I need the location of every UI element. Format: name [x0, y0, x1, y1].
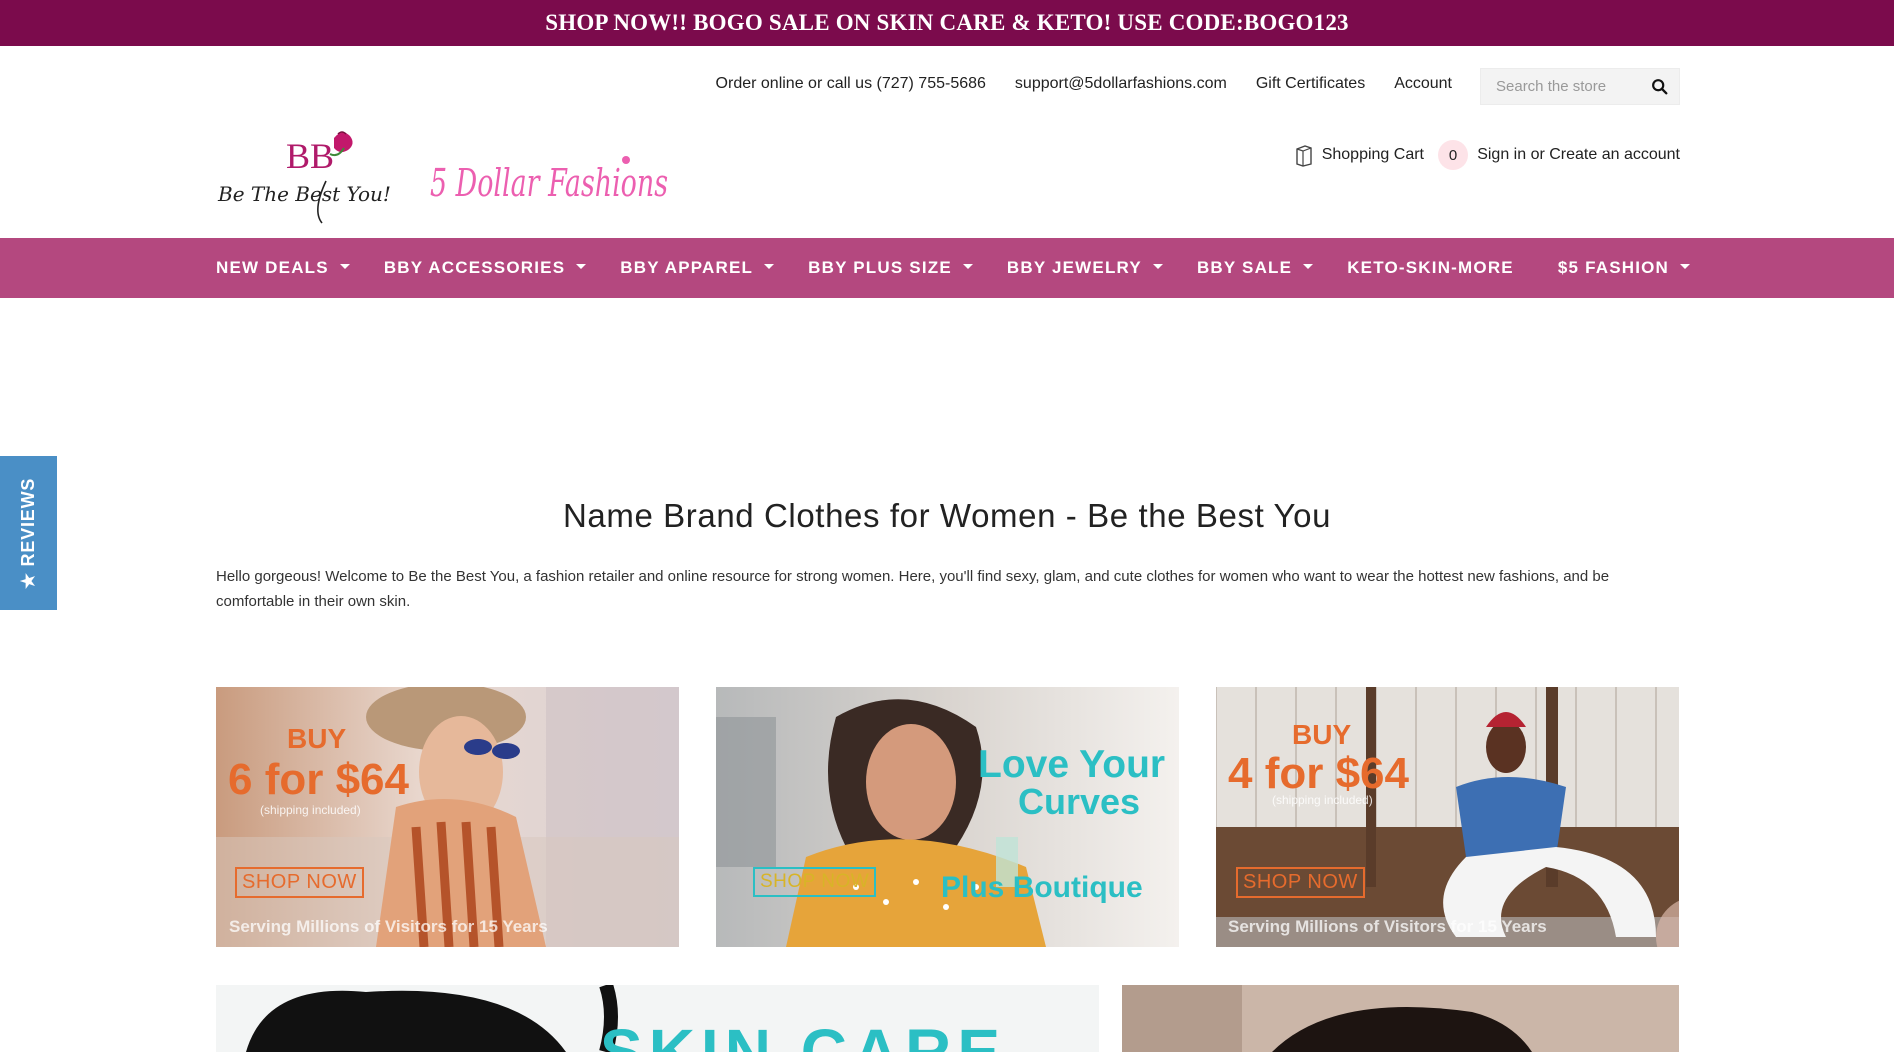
banner-serving-text: Serving Millions of Visitors for 15 Year… — [1228, 917, 1547, 936]
shopping-bag-icon — [1296, 145, 1312, 167]
shop-now-button[interactable]: SHOP NOW — [235, 867, 364, 898]
nav-label: NEW DEALS — [216, 258, 329, 277]
nav-item-keto-skin-more[interactable]: KETO-SKIN-MORE — [1347, 258, 1514, 278]
promo-banner[interactable]: SHOP NOW!! BOGO SALE ON SKIN CARE & KETO… — [0, 0, 1894, 46]
woman-hat-photo — [216, 687, 679, 947]
promo-banner-love-your-curves[interactable]: Love Your Curves SHOP NOW Plus Boutique — [716, 687, 1179, 947]
nav-item-bby-sale[interactable]: BBY SALE — [1196, 258, 1314, 278]
chevron-down-icon — [1152, 264, 1163, 269]
promo-text: SHOP NOW!! BOGO SALE ON SKIN CARE & KETO… — [545, 10, 1349, 35]
nav-label: $5 FASHION — [1557, 258, 1670, 277]
cart-count-badge: 0 — [1438, 140, 1468, 170]
banner-deal-text: 6 for $64 — [228, 755, 409, 804]
nav-item-bby-jewelry[interactable]: BBY JEWELRY — [1007, 258, 1163, 278]
header: Order online or call us (727) 755-5686 s… — [216, 46, 1680, 238]
chevron-down-icon — [764, 264, 775, 269]
banner-serving-text: Serving Millions of Visitors for 15 Year… — [229, 917, 548, 936]
nav-item-bby-accessories[interactable]: BBY ACCESSORIES — [383, 258, 587, 278]
woman-portrait-photo — [1122, 985, 1679, 1052]
account-link[interactable]: Account — [1394, 75, 1452, 93]
nav-label: BBY PLUS SIZE — [808, 258, 952, 277]
chevron-down-icon — [576, 264, 587, 269]
chevron-down-icon — [339, 264, 350, 269]
phone-link[interactable]: Order online or call us (727) 755-5686 — [716, 75, 986, 93]
auth-links: Sign in or Create an account — [1477, 146, 1680, 164]
chevron-down-icon — [962, 264, 973, 269]
top-bar: Order online or call us (727) 755-5686 s… — [216, 46, 1680, 120]
promo-banner-portrait[interactable] — [1122, 985, 1679, 1052]
nav-label: BBY JEWELRY — [1006, 258, 1142, 277]
main-nav: NEW DEALS BBY ACCESSORIES BBY APPAREL BB… — [0, 238, 1894, 298]
chevron-down-icon — [1303, 264, 1314, 269]
gift-certificates-link[interactable]: Gift Certificates — [1256, 75, 1365, 93]
nav-label: KETO-SKIN-MORE — [1347, 258, 1514, 277]
5-dollar-fashions-logo[interactable]: 5 Dollar Fashions — [430, 146, 670, 216]
auth-or-text: or — [1530, 146, 1545, 163]
banner-shipping-text: (shipping included) — [260, 803, 361, 817]
nav-item-new-deals[interactable]: NEW DEALS — [216, 258, 350, 278]
cart-label: Shopping Cart — [1321, 146, 1424, 163]
nav-label: BBY SALE — [1196, 258, 1293, 277]
nav-item-bby-apparel[interactable]: BBY APPAREL — [620, 258, 775, 278]
intro-text: Hello gorgeous! Welcome to Be the Best Y… — [216, 568, 1610, 610]
create-account-link[interactable]: Create an account — [1549, 146, 1680, 163]
svg-text:BB: BB — [286, 136, 334, 176]
nav-item-5-fashion[interactable]: $5 FASHION — [1557, 258, 1691, 278]
chevron-down-icon — [1680, 264, 1691, 269]
banner-buy-text: BUY — [287, 723, 347, 754]
banner-curves-text: Curves — [1018, 781, 1141, 822]
woman-blue-top-photo — [1216, 687, 1679, 947]
banner-deal-text: 4 for $64 — [1228, 749, 1409, 798]
nav-item-bby-plus-size[interactable]: BBY PLUS SIZE — [808, 258, 973, 278]
email-link[interactable]: support@5dollarfashions.com — [1015, 75, 1227, 93]
search-box — [1480, 68, 1680, 105]
svg-text:Be The Best You!: Be The Best You! — [217, 182, 391, 206]
banner-skin-care-text: SKIN CARE — [600, 1016, 1007, 1052]
promo-banner-4-for-64[interactable]: BUY 4 for $64 (shipping included) SHOP N… — [1216, 687, 1679, 947]
banner-buy-text: BUY — [1292, 719, 1352, 750]
banner-shipping-text: (shipping included) — [1272, 793, 1373, 807]
page-title: Name Brand Clothes for Women - Be the Be… — [562, 497, 1332, 534]
logo-row: BB Be The Best You! 5 Dollar Fashions Sh… — [216, 120, 1680, 238]
shop-now-button[interactable]: SHOP NOW — [1236, 867, 1365, 898]
search-icon[interactable] — [1651, 78, 1669, 96]
top-links: Order online or call us (727) 755-5686 s… — [716, 75, 1452, 93]
promo-banner-skin-care[interactable]: SKIN CARE — [216, 985, 1099, 1052]
sign-in-link[interactable]: Sign in — [1477, 146, 1526, 163]
shopping-cart[interactable]: Shopping Cart 0 — [1294, 140, 1468, 170]
nav-label: BBY ACCESSORIES — [383, 258, 566, 277]
bby-logo[interactable]: BB Be The Best You! — [216, 126, 396, 226]
nav-label: BBY APPAREL — [620, 258, 754, 277]
shop-now-button[interactable]: SHOP NOW — [753, 867, 877, 897]
search-input[interactable] — [1496, 78, 1646, 95]
promo-banner-6-for-64[interactable]: BUY 6 for $64 (shipping included) SHOP N… — [216, 687, 679, 947]
banner-plus-boutique-text: Plus Boutique — [941, 871, 1143, 904]
svg-text:5 Dollar Fashions: 5 Dollar Fashions — [430, 161, 668, 205]
